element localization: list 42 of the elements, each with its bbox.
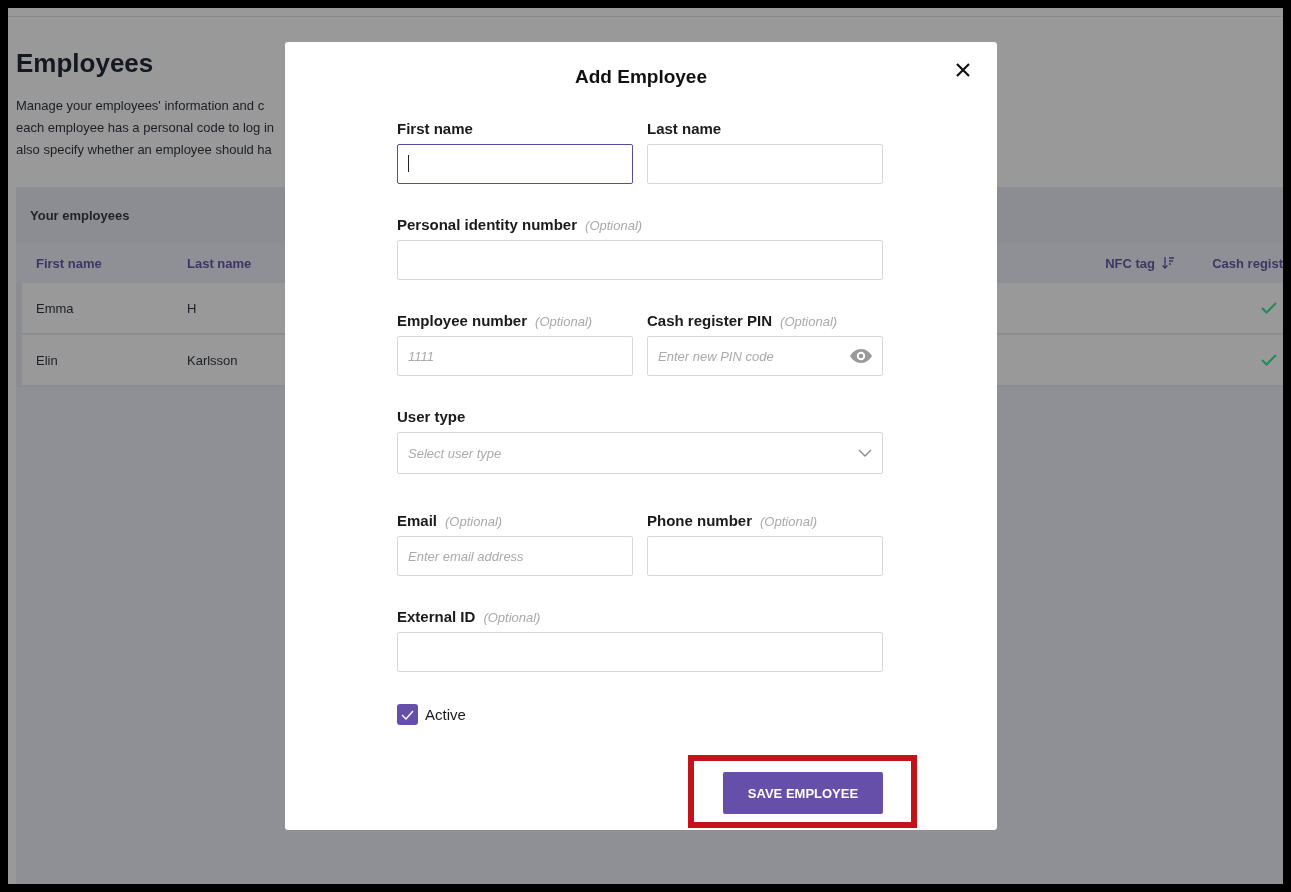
eye-icon[interactable]	[850, 349, 872, 363]
description-text: each employee has a personal code to log in	[16, 119, 274, 137]
field-label: Phone number	[647, 512, 752, 529]
field-label: Last name	[647, 120, 722, 137]
optional-hint: (Optional)	[445, 514, 503, 529]
check-icon	[401, 709, 414, 720]
optional-hint: (Optional)	[483, 610, 541, 625]
optional-hint: (Optional)	[535, 314, 593, 329]
field-label: Employee number	[397, 312, 528, 329]
chevron-down-icon	[858, 449, 872, 457]
check-icon	[1261, 302, 1277, 314]
optional-hint: (Optional)	[585, 218, 643, 233]
text-cursor	[408, 155, 409, 172]
dialog-title: Add Employee	[574, 65, 708, 89]
field-label: Email	[397, 512, 438, 529]
check-icon	[1261, 354, 1277, 366]
save-employee-button[interactable]: SAVE EMPLOYEE	[723, 772, 883, 814]
field-label: Cash register PIN	[647, 312, 773, 329]
column-header[interactable]: Cash regist	[1212, 255, 1283, 271]
column-header[interactable]: Last name	[187, 255, 252, 271]
active-checkbox[interactable]	[397, 704, 418, 725]
optional-hint: (Optional)	[780, 314, 838, 329]
user-type-select[interactable]: Select user type	[397, 432, 883, 474]
description-text: Manage your employees' information and c	[16, 97, 265, 115]
table-cell: Emma	[36, 300, 74, 316]
panel-title: Your employees	[30, 207, 130, 223]
input-field[interactable]	[397, 144, 633, 184]
table-cell: Karlsson	[187, 352, 238, 368]
field-label: Personal identity number	[397, 216, 578, 233]
field-label: User type	[397, 408, 466, 425]
page-title: Employees	[16, 47, 154, 79]
sort-icon	[1161, 256, 1176, 270]
checkbox-label: Active	[425, 706, 466, 723]
column-header[interactable]: First name	[36, 255, 102, 271]
optional-hint: (Optional)	[760, 514, 818, 529]
description-text: also specify whether an employee should ha	[16, 141, 272, 159]
field-label: First name	[397, 120, 473, 137]
column-header[interactable]: NFC tag	[1105, 255, 1176, 271]
field-label: External ID	[397, 608, 476, 625]
close-icon	[955, 62, 971, 78]
table-cell: H	[187, 300, 197, 316]
table-cell: Elin	[36, 352, 58, 368]
